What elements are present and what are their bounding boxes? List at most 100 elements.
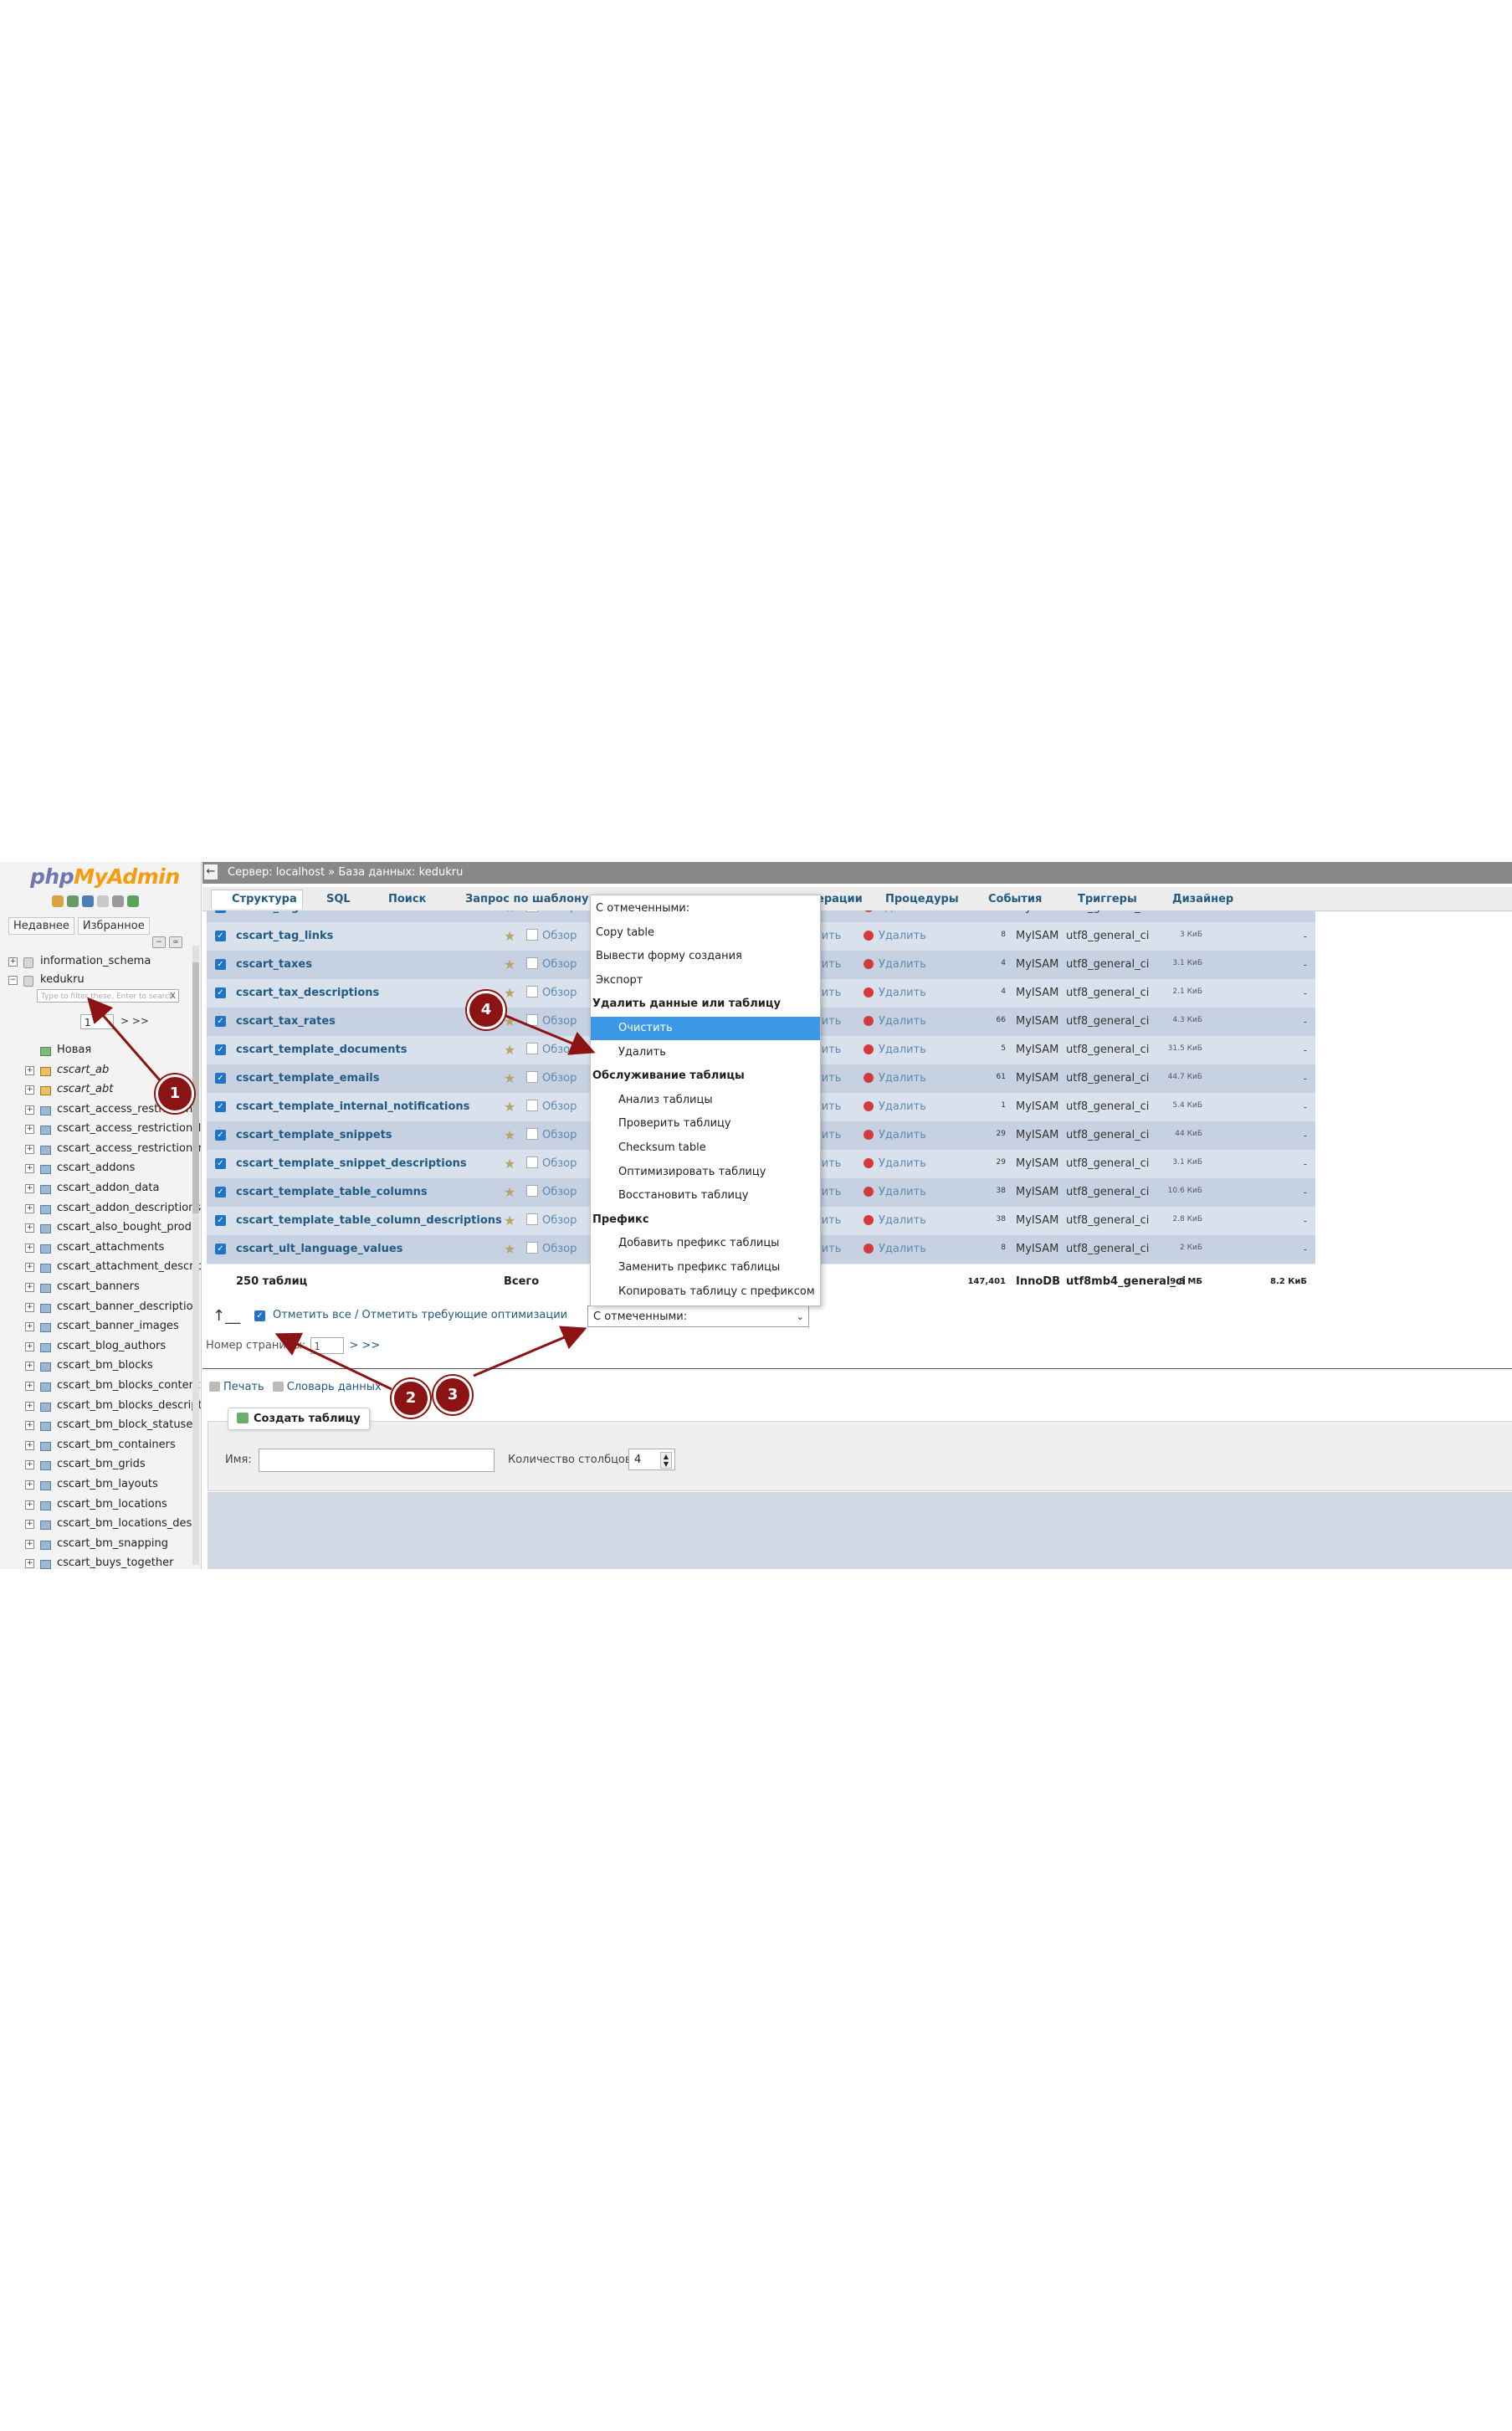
drop-link[interactable]: Удалить xyxy=(864,1036,926,1064)
tree-table-item[interactable]: + cscart_bm_locations xyxy=(0,1495,201,1514)
menu-item[interactable]: Удалить xyxy=(591,1041,820,1064)
tree-table-item[interactable]: + cscart_bm_grids xyxy=(0,1455,201,1474)
check-all-link[interactable]: Отметить все / Отметить требующие оптими… xyxy=(273,1309,567,1321)
tree-table-item[interactable]: + cscart_bm_blocks_descripti xyxy=(0,1397,201,1415)
help-icon[interactable] xyxy=(82,895,94,907)
data-dictionary-link[interactable]: Словарь данных xyxy=(287,1381,382,1393)
expand-icon[interactable]: + xyxy=(25,1440,34,1450)
nav-scrollbar[interactable] xyxy=(192,946,199,1565)
row-checkbox[interactable]: ✓ xyxy=(215,1187,226,1198)
expand-icon[interactable]: + xyxy=(25,1362,34,1372)
tree-new-table[interactable]: Новая xyxy=(0,1041,201,1059)
browse-link[interactable]: Обзор xyxy=(526,1008,577,1036)
tree-table-item[interactable]: + cscart_bm_blocks xyxy=(0,1357,201,1375)
table-name-link[interactable]: cscart_tax_descriptions xyxy=(236,979,379,1008)
page-next-link[interactable]: > >> xyxy=(349,1340,380,1352)
tab-events[interactable]: События xyxy=(968,890,1047,909)
tree-table-item[interactable]: + cscart_bm_block_statuses xyxy=(0,1416,201,1434)
browse-link[interactable]: Обзор xyxy=(526,1235,577,1264)
expand-icon[interactable]: + xyxy=(8,957,18,967)
favorite-star-icon[interactable]: ★ xyxy=(504,1014,515,1029)
breadcrumb-database[interactable]: База данных: kedukru xyxy=(338,866,463,879)
menu-item[interactable]: Заменить префикс таблицы xyxy=(591,1256,820,1280)
table-name-link[interactable]: cscart_taxes xyxy=(236,951,312,979)
drop-link[interactable]: Удалить xyxy=(864,1207,926,1235)
tree-table-item[interactable]: + cscart_bm_blocks_content xyxy=(0,1377,201,1395)
browse-link[interactable]: Обзор xyxy=(526,1064,577,1093)
drop-link[interactable]: Удалить xyxy=(864,922,926,951)
menu-item[interactable]: Checksum table xyxy=(591,1136,820,1160)
drop-link[interactable]: Удалить xyxy=(864,1150,926,1178)
menu-item[interactable]: Копировать таблицу с префиксом xyxy=(591,1280,820,1304)
drop-link[interactable]: Удалить xyxy=(864,1064,926,1093)
expand-icon[interactable]: + xyxy=(25,1263,34,1273)
browse-link[interactable]: Обзор xyxy=(526,1121,577,1150)
page-number-select[interactable]: 1 xyxy=(310,1337,345,1354)
tab-favorites[interactable]: Избранное xyxy=(77,917,150,935)
row-checkbox[interactable]: ✓ xyxy=(215,987,226,998)
tree-table-item[interactable]: + cscart_addons xyxy=(0,1159,201,1177)
tab-search[interactable]: Поиск xyxy=(368,890,431,909)
menu-item[interactable]: Copy table xyxy=(591,921,820,945)
expand-icon[interactable]: + xyxy=(25,1500,34,1510)
browse-link[interactable]: Обзор xyxy=(526,1178,577,1207)
expand-icon[interactable]: + xyxy=(25,1341,34,1351)
clear-filter-icon[interactable]: X xyxy=(170,990,176,1003)
tree-table-item[interactable]: + cscart_also_bought_produ xyxy=(0,1218,201,1237)
tree-table-item[interactable]: + cscart_attachments xyxy=(0,1239,201,1257)
menu-item[interactable]: Очистить xyxy=(591,1017,820,1040)
home-icon[interactable] xyxy=(52,895,64,907)
table-name-link[interactable]: cscart_tax_rates xyxy=(236,1008,336,1036)
browse-link[interactable]: Обзор xyxy=(526,979,577,1008)
table-name-link[interactable]: cscart_tags xyxy=(236,910,305,922)
menu-item[interactable]: Анализ таблицы xyxy=(591,1089,820,1112)
expand-icon[interactable]: + xyxy=(25,1243,34,1253)
row-checkbox[interactable]: ✓ xyxy=(215,1130,226,1141)
row-checkbox[interactable]: ✓ xyxy=(215,959,226,970)
table-name-link[interactable]: cscart_tag_links xyxy=(236,922,333,951)
browse-link[interactable]: Обзор xyxy=(526,1150,577,1178)
expand-icon[interactable]: + xyxy=(25,1460,34,1470)
row-checkbox[interactable]: ✓ xyxy=(215,1073,226,1084)
browse-link[interactable]: Обзор xyxy=(526,1093,577,1121)
browse-link[interactable]: Обзор xyxy=(526,1207,577,1235)
tab-recent[interactable]: Недавнее xyxy=(8,917,74,935)
breadcrumb-server[interactable]: Сервер: localhost xyxy=(228,866,325,879)
tree-table-item[interactable]: + cscart_buys_together xyxy=(0,1554,201,1569)
column-count-input[interactable]: 4 ▲ ▼ xyxy=(628,1449,675,1470)
table-name-link[interactable]: cscart_template_emails xyxy=(236,1064,379,1093)
expand-icon[interactable]: + xyxy=(25,1203,34,1213)
table-name-link[interactable]: cscart_template_snippet_descriptions xyxy=(236,1150,467,1178)
browse-link[interactable]: Обзор xyxy=(526,1036,577,1064)
phpmyadmin-logo[interactable]: phpMyAdmin xyxy=(30,864,180,889)
nav-page-select[interactable]: 1 xyxy=(80,1014,114,1029)
favorite-star-icon[interactable]: ★ xyxy=(504,1128,515,1143)
table-name-link[interactable]: cscart_template_internal_notifications xyxy=(236,1093,469,1121)
table-name-link[interactable]: cscart_template_table_column_description… xyxy=(236,1207,502,1235)
drop-link[interactable]: Удалить xyxy=(864,1178,926,1207)
favorite-star-icon[interactable]: ★ xyxy=(504,1100,515,1115)
menu-item[interactable]: Оптимизировать таблицу xyxy=(591,1161,820,1184)
favorite-star-icon[interactable]: ★ xyxy=(504,957,515,972)
row-checkbox[interactable]: ✓ xyxy=(215,1044,226,1055)
table-name-link[interactable]: cscart_ult_language_values xyxy=(236,1235,402,1264)
with-selected-select[interactable]: С отмеченными: ⌄ xyxy=(587,1305,809,1327)
check-all-checkbox[interactable]: ✓ xyxy=(254,1310,265,1321)
favorite-star-icon[interactable]: ★ xyxy=(504,929,515,944)
browse-link[interactable]: Обзор xyxy=(526,910,577,922)
expand-icon[interactable]: + xyxy=(25,1559,34,1569)
expand-icon[interactable]: + xyxy=(25,1144,34,1154)
expand-icon[interactable]: + xyxy=(25,1401,34,1411)
drop-link[interactable]: Удалить xyxy=(864,951,926,979)
back-arrow-icon[interactable]: ← xyxy=(204,864,218,880)
row-checkbox[interactable]: ✓ xyxy=(215,1158,226,1169)
tree-table-item[interactable]: + cscart_banner_description xyxy=(0,1298,201,1316)
tree-table-item[interactable]: + cscart_attachment_descrip xyxy=(0,1258,201,1276)
tree-table-item[interactable]: + cscart_bm_layouts xyxy=(0,1475,201,1494)
menu-item[interactable]: Проверить таблицу xyxy=(591,1112,820,1136)
expand-icon[interactable]: + xyxy=(25,1223,34,1233)
expand-icon[interactable]: + xyxy=(25,1480,34,1490)
drop-link[interactable]: Удалить xyxy=(864,1121,926,1150)
favorite-star-icon[interactable]: ★ xyxy=(504,1242,515,1257)
table-name-link[interactable]: cscart_template_table_columns xyxy=(236,1178,428,1207)
